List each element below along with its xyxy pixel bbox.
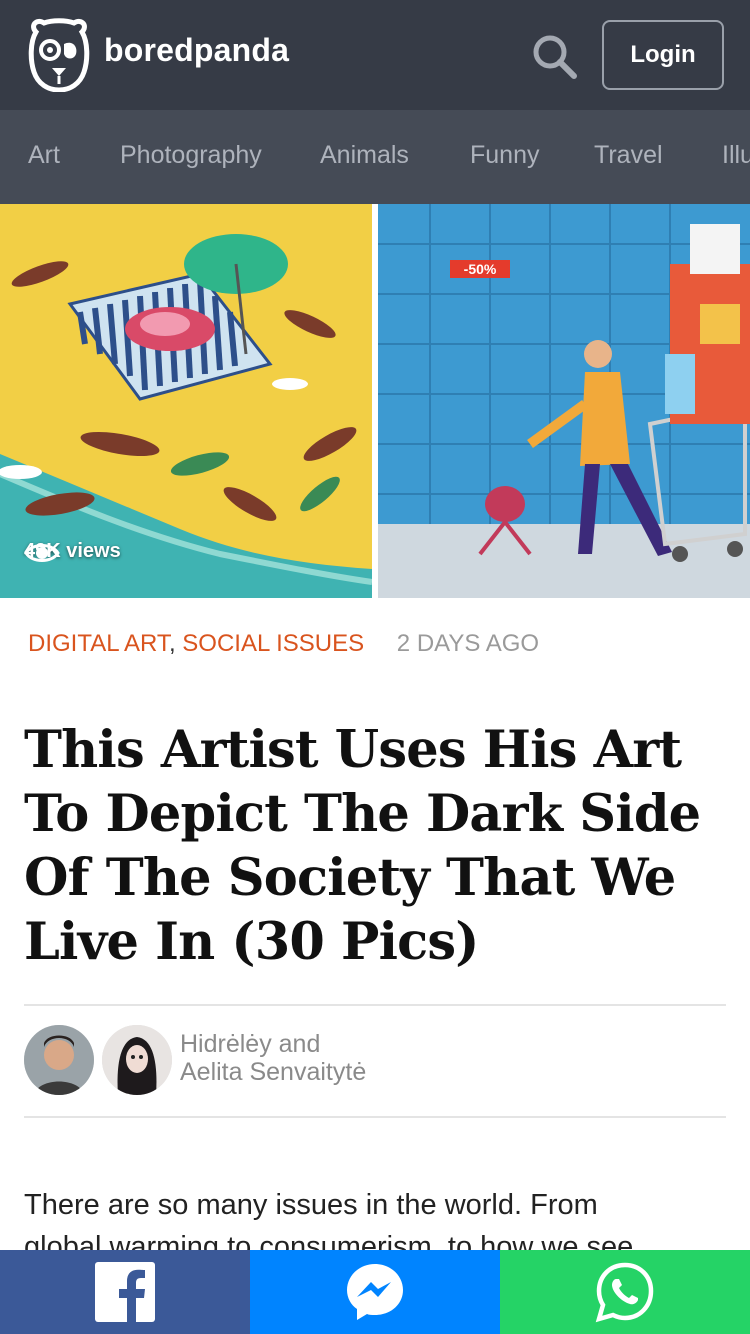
article-title: This Artist Uses His Art To Depict The D… xyxy=(24,720,701,972)
eye-icon xyxy=(24,544,60,562)
author-names[interactable]: Hidrėlėy and Aelita Senvaitytė xyxy=(180,1030,366,1086)
login-button[interactable]: Login xyxy=(602,20,724,90)
nav-item-art[interactable]: Art xyxy=(28,141,60,170)
author-line-2: Aelita Senvaitytė xyxy=(180,1058,367,1086)
author-line-1: Hidrėlėy and xyxy=(180,1030,321,1058)
category-nav: Art Photography Animals Funny Travel Ill… xyxy=(0,110,750,204)
article-meta: DIGITAL ART, SOCIAL ISSUES 2 DAYS AGO xyxy=(28,630,539,658)
nav-item-illustration[interactable]: Illu xyxy=(722,141,750,170)
category-link-digital-art[interactable]: DIGITAL ART xyxy=(28,630,169,657)
author-avatar-2[interactable] xyxy=(102,1025,172,1095)
author-avatar-1[interactable] xyxy=(24,1025,94,1095)
messenger-icon xyxy=(347,1264,403,1320)
facebook-share-button[interactable] xyxy=(0,1250,250,1334)
facebook-icon xyxy=(95,1262,155,1322)
body-paragraph-line-1: There are so many issues in the world. F… xyxy=(24,1189,598,1221)
share-bar xyxy=(0,1250,750,1334)
whatsapp-icon xyxy=(595,1262,654,1323)
nav-item-animals[interactable]: Animals xyxy=(320,141,409,170)
whatsapp-share-button[interactable] xyxy=(500,1250,750,1334)
nav-item-photography[interactable]: Photography xyxy=(120,141,262,170)
discount-tag: -50% xyxy=(464,261,497,277)
messenger-share-button[interactable] xyxy=(250,1250,500,1334)
hero-image[interactable]: -50% 49K views xyxy=(0,204,750,598)
top-header: boredpanda Login xyxy=(0,0,750,110)
search-icon[interactable] xyxy=(530,32,580,82)
post-time: 2 DAYS AGO xyxy=(396,630,540,657)
divider-top xyxy=(24,1004,726,1006)
category-link-social-issues[interactable]: SOCIAL ISSUES xyxy=(182,630,364,657)
nav-item-funny[interactable]: Funny xyxy=(470,141,539,170)
nav-item-travel[interactable]: Travel xyxy=(594,141,663,170)
category-separator: , xyxy=(168,630,176,657)
panda-logo-icon[interactable] xyxy=(26,18,92,93)
view-count: 49K views xyxy=(24,540,121,563)
brand-name[interactable]: boredpanda xyxy=(104,32,289,69)
divider-bottom xyxy=(24,1116,726,1118)
